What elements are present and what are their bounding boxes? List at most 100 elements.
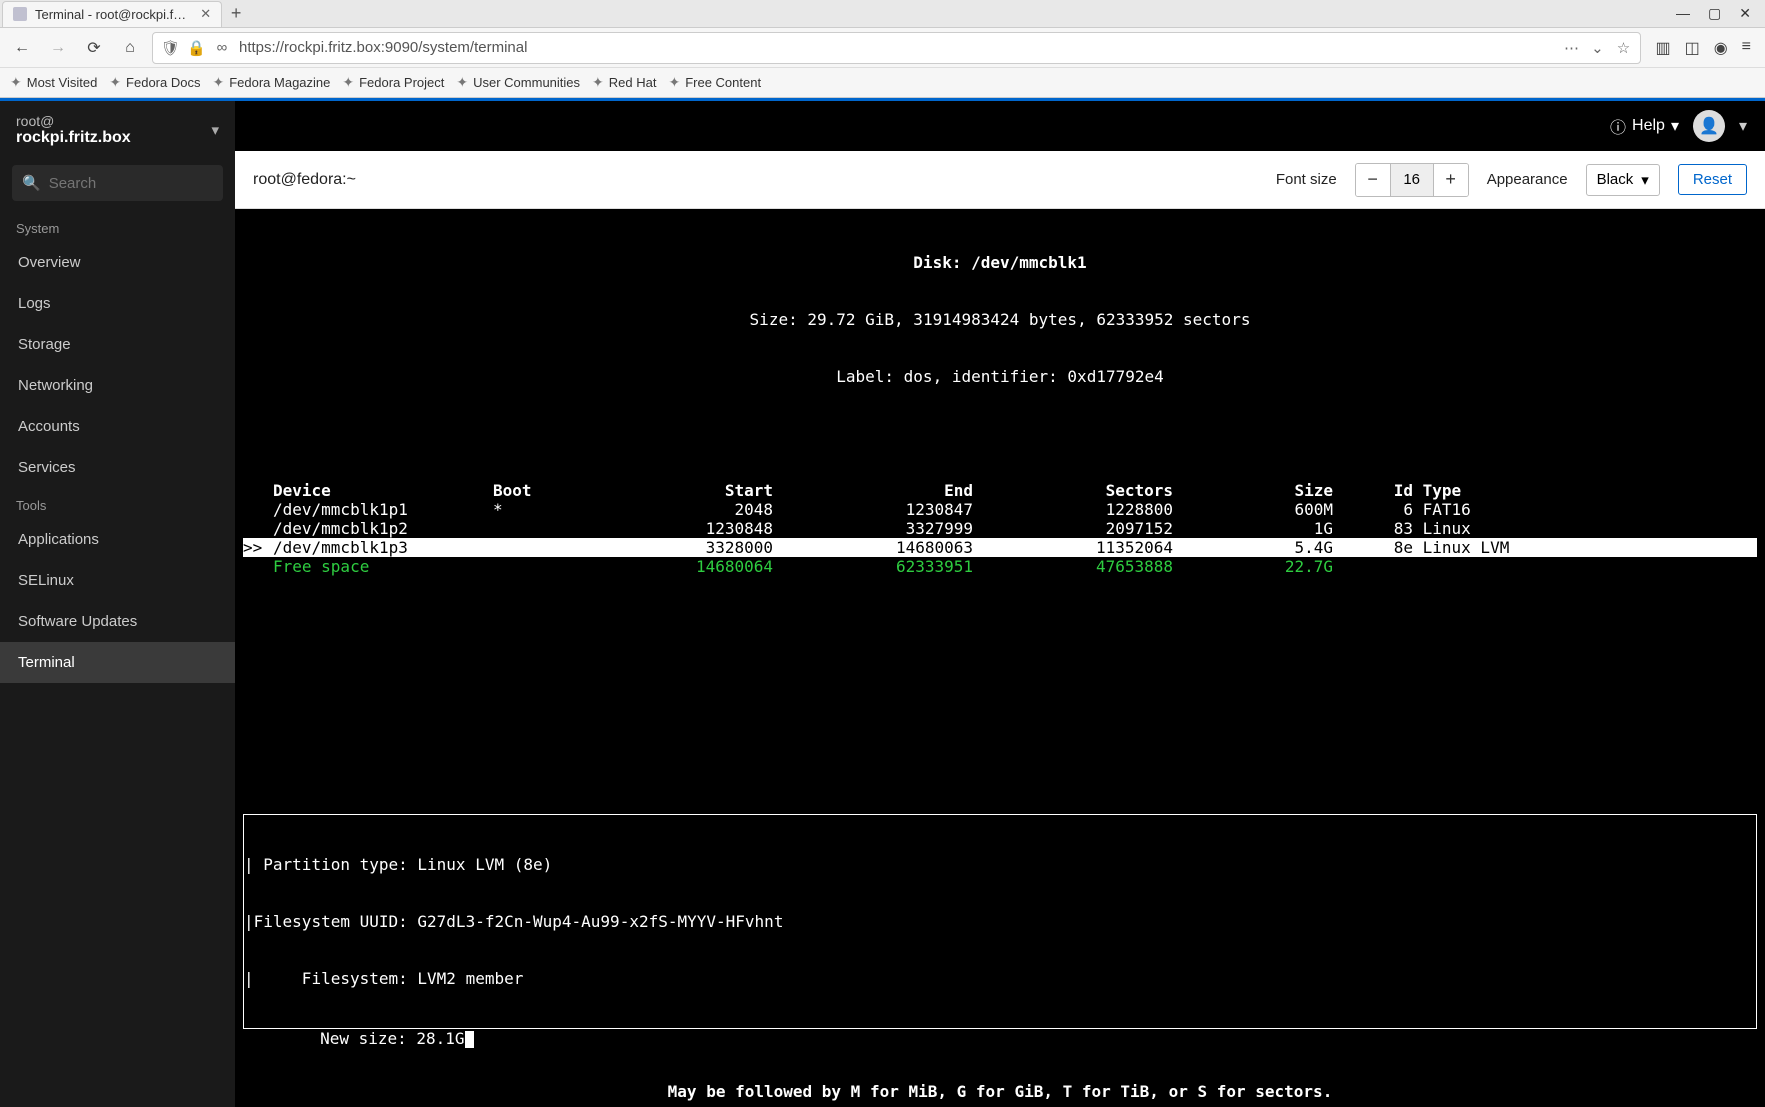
- search-icon: 🔍: [22, 174, 41, 192]
- sidebar: root@ rockpi.fritz.box ▾ 🔍 System Overvi…: [0, 101, 235, 1107]
- help-label: Help: [1632, 117, 1665, 135]
- reload-button[interactable]: ⟳: [80, 34, 108, 62]
- table-row-free-space[interactable]: Free space14680064623339514765388822.7G: [243, 557, 1757, 576]
- bookmark-star-icon[interactable]: ☆: [1614, 39, 1632, 57]
- appearance-value: Black: [1597, 171, 1634, 188]
- chevron-down-icon: ▾: [1671, 116, 1679, 136]
- bookmark-folder-icon: ✦: [212, 74, 224, 91]
- table-row[interactable]: >> /dev/mmcblk1p333280001468006311352064…: [243, 538, 1757, 557]
- shield-icon[interactable]: 🛡: [161, 39, 179, 57]
- bookmark-label: Free Content: [685, 75, 761, 90]
- sidebar-item-networking[interactable]: Networking: [0, 365, 235, 406]
- bookmark-folder-icon: ✦: [342, 74, 354, 91]
- bookmark-item[interactable]: ✦ Free Content: [668, 74, 761, 91]
- user-icon: 👤: [1699, 116, 1719, 136]
- bookmark-label: Fedora Docs: [126, 75, 200, 90]
- terminal-toolbar: root@fedora:~ Font size − 16 + Appearanc…: [235, 151, 1765, 209]
- menu-icon[interactable]: ≡: [1742, 38, 1751, 58]
- bookmark-folder-icon: ✦: [456, 74, 468, 91]
- bookmark-label: Most Visited: [27, 75, 98, 90]
- sidebar-item-storage[interactable]: Storage: [0, 324, 235, 365]
- browser-tab[interactable]: Terminal - root@rockpi.f… ✕: [2, 1, 222, 27]
- terminal-prompt-crumb: root@fedora:~: [253, 171, 1258, 189]
- partition-table: DeviceBootStartEndSectorsSizeId Type/dev…: [243, 481, 1757, 576]
- bookmark-item[interactable]: ✦ User Communities: [456, 74, 580, 91]
- bookmark-folder-icon: ✦: [592, 74, 604, 91]
- chevron-down-icon[interactable]: ▾: [1739, 116, 1747, 136]
- bookmark-item[interactable]: ✦ Red Hat: [592, 74, 656, 91]
- browser-tab-strip: Terminal - root@rockpi.f… ✕ + — ▢ ✕: [0, 0, 1765, 28]
- table-row[interactable]: /dev/mmcblk1p1*204812308471228800600M6 F…: [243, 500, 1757, 519]
- window-minimize-icon[interactable]: —: [1676, 5, 1690, 22]
- font-size-stepper: − 16 +: [1355, 163, 1469, 197]
- pocket-icon[interactable]: ⌄: [1588, 39, 1606, 57]
- new-tab-button[interactable]: +: [222, 3, 250, 24]
- tab-favicon: [13, 7, 27, 21]
- bookmark-item[interactable]: ✦Fedora Magazine: [212, 74, 330, 91]
- appearance-label: Appearance: [1487, 171, 1568, 188]
- avatar[interactable]: 👤: [1693, 110, 1725, 142]
- font-size-increase-button[interactable]: +: [1434, 164, 1468, 196]
- size-hint: May be followed by M for MiB, G for GiB,…: [235, 1082, 1765, 1101]
- table-row[interactable]: /dev/mmcblk1p21230848332799920971521G83 …: [243, 519, 1757, 538]
- sidebar-item-software-updates[interactable]: Software Updates: [0, 601, 235, 642]
- sidebar-host: rockpi.fritz.box: [16, 129, 131, 147]
- library-icon[interactable]: ▥: [1655, 38, 1670, 58]
- terminal-output[interactable]: Disk: /dev/mmcblk1 Size: 29.72 GiB, 3191…: [235, 209, 1765, 1107]
- bookmark-folder-icon: ✦: [668, 74, 680, 91]
- sidebar-item-applications[interactable]: Applications: [0, 519, 235, 560]
- chevron-down-icon: ▾: [1641, 171, 1649, 189]
- bookmark-item[interactable]: ✦ Fedora Docs: [109, 74, 200, 91]
- sidebar-user: root@: [16, 113, 131, 129]
- disk-size-line: Size: 29.72 GiB, 31914983424 bytes, 6233…: [243, 310, 1757, 329]
- bookmark-folder-icon: ✦: [109, 74, 121, 91]
- account-icon[interactable]: ◉: [1714, 38, 1728, 58]
- new-size-prompt[interactable]: New size: 28.1G: [243, 1010, 474, 1067]
- disk-header: Disk: /dev/mmcblk1: [243, 253, 1757, 272]
- bookmarks-toolbar: ✦ Most Visited ✦ Fedora Docs ✦Fedora Magazin…: [0, 68, 1765, 98]
- permissions-icon[interactable]: ∞: [213, 39, 231, 56]
- bookmark-label: Red Hat: [609, 75, 657, 90]
- sidebar-toggle-icon[interactable]: ◫: [1685, 38, 1700, 58]
- bookmark-label: Fedora Project: [359, 75, 444, 90]
- home-button[interactable]: ⌂: [116, 34, 144, 62]
- forward-button[interactable]: →: [44, 34, 72, 62]
- sidebar-item-terminal[interactable]: Terminal: [0, 642, 235, 683]
- sidebar-item-accounts[interactable]: Accounts: [0, 406, 235, 447]
- window-close-icon[interactable]: ✕: [1739, 5, 1751, 22]
- disk-label-line: Label: dos, identifier: 0xd17792e4: [243, 367, 1757, 386]
- bookmark-item[interactable]: ✦ Fedora Project: [342, 74, 444, 91]
- page-actions-icon[interactable]: ⋯: [1562, 39, 1580, 57]
- sidebar-section-system: System: [0, 211, 235, 242]
- app-header: ⓘ Help ▾ 👤 ▾: [235, 101, 1765, 151]
- help-menu[interactable]: ⓘ Help ▾: [1610, 114, 1679, 138]
- sidebar-search[interactable]: 🔍: [12, 165, 223, 201]
- terminal-cursor: [465, 1031, 474, 1048]
- sidebar-section-tools: Tools: [0, 488, 235, 519]
- window-controls: — ▢ ✕: [1676, 5, 1765, 22]
- host-switcher[interactable]: root@ rockpi.fritz.box ▾: [0, 101, 235, 159]
- back-button[interactable]: ←: [8, 34, 36, 62]
- chevron-down-icon: ▾: [211, 121, 219, 139]
- reset-button[interactable]: Reset: [1678, 164, 1747, 195]
- sidebar-item-overview[interactable]: Overview: [0, 242, 235, 283]
- appearance-select[interactable]: Black ▾: [1586, 164, 1660, 196]
- search-input[interactable]: [49, 175, 248, 192]
- sidebar-item-logs[interactable]: Logs: [0, 283, 235, 324]
- tab-close-icon[interactable]: ✕: [200, 6, 211, 22]
- url-bar[interactable]: 🛡 🔒 ∞ https://rockpi.fritz.box:9090/syst…: [152, 32, 1641, 64]
- font-size-label: Font size: [1276, 171, 1337, 188]
- url-text: https://rockpi.fritz.box:9090/system/ter…: [239, 39, 527, 56]
- bookmark-item[interactable]: ✦ Most Visited: [10, 74, 97, 91]
- sidebar-item-services[interactable]: Services: [0, 447, 235, 488]
- bookmark-folder-icon: ✦: [10, 74, 22, 91]
- help-icon: ⓘ: [1610, 114, 1626, 138]
- lock-warning-icon[interactable]: 🔒: [187, 39, 205, 57]
- font-size-decrease-button[interactable]: −: [1356, 164, 1390, 196]
- font-size-value: 16: [1390, 164, 1434, 196]
- window-maximize-icon[interactable]: ▢: [1708, 5, 1721, 22]
- sidebar-item-selinux[interactable]: SELinux: [0, 560, 235, 601]
- table-header-row: DeviceBootStartEndSectorsSizeId Type: [243, 481, 1757, 500]
- bookmark-label: User Communities: [473, 75, 580, 90]
- browser-nav: ← → ⟳ ⌂ 🛡 🔒 ∞ https://rockpi.fritz.box:9…: [0, 28, 1765, 68]
